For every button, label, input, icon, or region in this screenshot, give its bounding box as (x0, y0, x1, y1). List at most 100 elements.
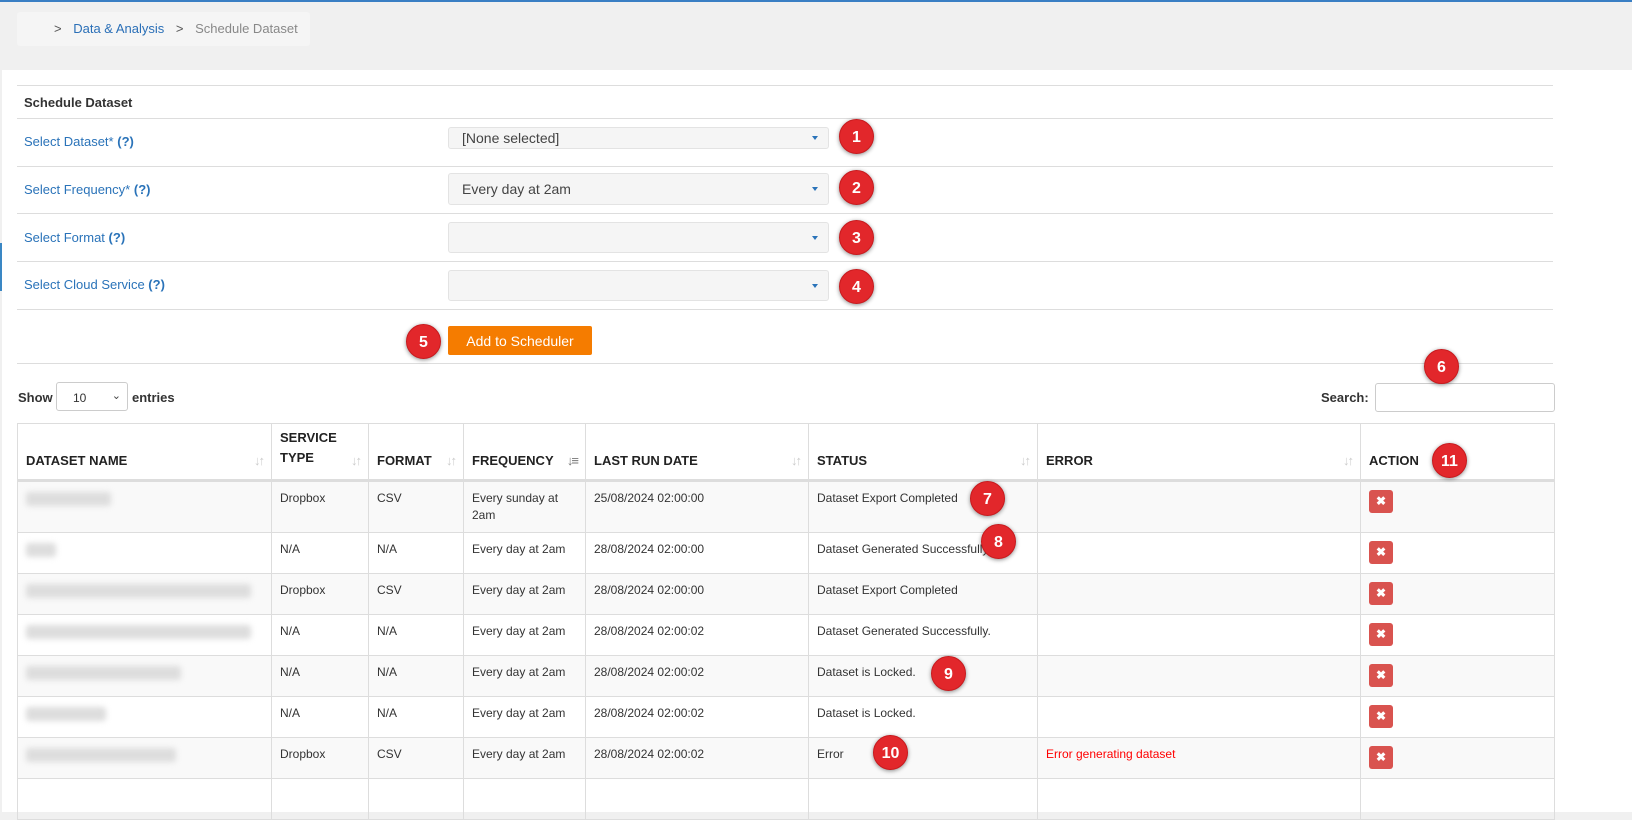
table-row: N/A N/A Every day at 2am 28/08/2024 02:00:0… (17, 532, 1555, 574)
last-run-cell: 28/08/2024 02:00:00 (585, 573, 809, 615)
sort-icon[interactable]: ↓↑ (1020, 453, 1031, 468)
form-row-submit (17, 309, 1553, 363)
service-cell: Dropbox (271, 480, 369, 533)
help-link[interactable]: (?) (117, 134, 134, 149)
column-header-format[interactable]: FORMAT ↓↑ (368, 423, 464, 482)
error-cell (1037, 573, 1361, 615)
dataset-name-cell (17, 614, 272, 656)
delete-button[interactable]: ✖ (1369, 664, 1393, 687)
column-header-label: LAST RUN DATE (594, 453, 698, 468)
column-header-label: DATASET NAME (26, 453, 128, 468)
sort-icon[interactable]: ↓↑ (446, 453, 457, 468)
frequency-cell: Every sunday at 2am (463, 480, 586, 533)
select-dataset-label: Select Dataset* (?) (24, 134, 134, 149)
annotation-badge-9: 9 (931, 656, 966, 691)
column-header-label: STATUS (817, 453, 868, 468)
delete-button[interactable]: ✖ (1369, 623, 1393, 646)
empty-cell (585, 778, 809, 820)
format-select[interactable] (448, 222, 829, 253)
frequency-cell: Every day at 2am (463, 573, 586, 615)
search-label: Search: (1321, 390, 1369, 405)
format-cell: CSV (368, 573, 464, 615)
action-cell: ✖ (1360, 480, 1555, 533)
column-header-label: FORMAT (377, 453, 432, 468)
caret-down-icon (812, 136, 818, 140)
dataset-name-cell (17, 696, 272, 738)
last-run-cell: 28/08/2024 02:00:02 (585, 696, 809, 738)
column-header-dataset-name[interactable]: DATASET NAME ↓↑ (17, 423, 272, 482)
column-header-status[interactable]: STATUS ↓↑ (808, 423, 1038, 482)
table-row: N/A N/A Every day at 2am 28/08/2024 02:00:0… (17, 614, 1555, 656)
frequency-cell: Every day at 2am (463, 696, 586, 738)
status-cell: Dataset Generated Successfully. (808, 614, 1038, 656)
sort-desc-icon[interactable]: ↓≡ (567, 453, 579, 468)
help-link[interactable]: (?) (109, 230, 126, 245)
annotation-badge-1: 1 (839, 119, 874, 154)
table-row: Dropbox CSV Every day at 2am 28/08/2024 02:… (17, 737, 1555, 779)
schedule-table: DATASET NAME ↓↑ SERVICE TYPE ↓↑ FORMAT ↓↑ FREQ… (17, 423, 1555, 820)
sort-icon[interactable]: ↓↑ (254, 453, 265, 468)
redacted-dataset-name (26, 584, 251, 598)
annotation-badge-3: 3 (839, 220, 874, 255)
error-cell (1037, 655, 1361, 697)
search-input[interactable] (1375, 383, 1555, 412)
annotation-badge-10: 10 (873, 735, 908, 770)
cloud-service-select[interactable] (448, 270, 829, 301)
delete-button[interactable]: ✖ (1369, 705, 1393, 728)
frequency-select[interactable]: Every day at 2am (448, 173, 829, 205)
action-cell: ✖ (1360, 737, 1555, 779)
show-label: Show (18, 390, 53, 405)
empty-cell (1360, 778, 1555, 820)
add-to-scheduler-button[interactable]: Add to Scheduler (448, 326, 592, 355)
last-run-cell: 28/08/2024 02:00:02 (585, 737, 809, 779)
dataset-select[interactable]: [None selected] (448, 127, 829, 149)
error-cell (1037, 480, 1361, 533)
dataset-name-cell (17, 737, 272, 779)
table-row: N/A N/A Every day at 2am 28/08/2024 02:00:0… (17, 696, 1555, 738)
last-run-cell: 28/08/2024 02:00:00 (585, 532, 809, 574)
help-link[interactable]: (?) (148, 277, 165, 292)
caret-down-icon (812, 187, 818, 191)
empty-cell (368, 778, 464, 820)
sort-icon[interactable]: ↓↑ (351, 453, 362, 468)
delete-button[interactable]: ✖ (1369, 541, 1393, 564)
sidebar-active-marker (0, 243, 2, 291)
delete-button[interactable]: ✖ (1369, 490, 1393, 513)
sort-icon[interactable]: ↓↑ (791, 453, 802, 468)
dataset-name-cell (17, 655, 272, 697)
frequency-cell: Every day at 2am (463, 655, 586, 697)
frequency-cell: Every day at 2am (463, 532, 586, 574)
annotation-badge-4: 4 (839, 269, 874, 304)
table-header-row: DATASET NAME ↓↑ SERVICE TYPE ↓↑ FORMAT ↓↑ FREQ… (17, 423, 1555, 482)
column-header-last-run-date[interactable]: LAST RUN DATE ↓↑ (585, 423, 809, 482)
help-link[interactable]: (?) (134, 182, 151, 197)
dataset-name-cell (17, 573, 272, 615)
service-cell: N/A (271, 696, 369, 738)
breadcrumb-data-analysis[interactable]: Data & Analysis (73, 21, 164, 36)
redacted-dataset-name (26, 748, 176, 762)
status-cell: Dataset Export Completed (808, 573, 1038, 615)
table-row: N/A N/A Every day at 2am 28/08/2024 02:00:0… (17, 655, 1555, 697)
breadcrumb-current: Schedule Dataset (195, 21, 298, 36)
error-cell (1037, 532, 1361, 574)
breadcrumb-separator: > (54, 21, 62, 36)
sort-icon[interactable]: ↓↑ (1343, 453, 1354, 468)
select-format-label: Select Format (?) (24, 230, 126, 245)
column-header-label: SERVICE TYPE (280, 430, 337, 465)
caret-down-icon (812, 235, 818, 240)
delete-button[interactable]: ✖ (1369, 746, 1393, 769)
redacted-dataset-name (26, 543, 56, 557)
status-cell: Dataset is Locked. (808, 655, 1038, 697)
column-header-error[interactable]: ERROR ↓↑ (1037, 423, 1361, 482)
column-header-service-type[interactable]: SERVICE TYPE ↓↑ (271, 423, 369, 482)
dataset-name-cell (17, 532, 272, 574)
last-run-cell: 25/08/2024 02:00:00 (585, 480, 809, 533)
page-length-select[interactable]: 10 ⌄ (56, 382, 128, 411)
table-row: Dropbox CSV Every sunday at 2am 25/08/2024 … (17, 480, 1555, 533)
delete-button[interactable]: ✖ (1369, 582, 1393, 605)
service-cell: N/A (271, 614, 369, 656)
column-header-label: ERROR (1046, 453, 1093, 468)
annotation-badge-8: 8 (981, 524, 1016, 559)
column-header-frequency[interactable]: FREQUENCY ↓≡ (463, 423, 586, 482)
empty-cell (463, 778, 586, 820)
